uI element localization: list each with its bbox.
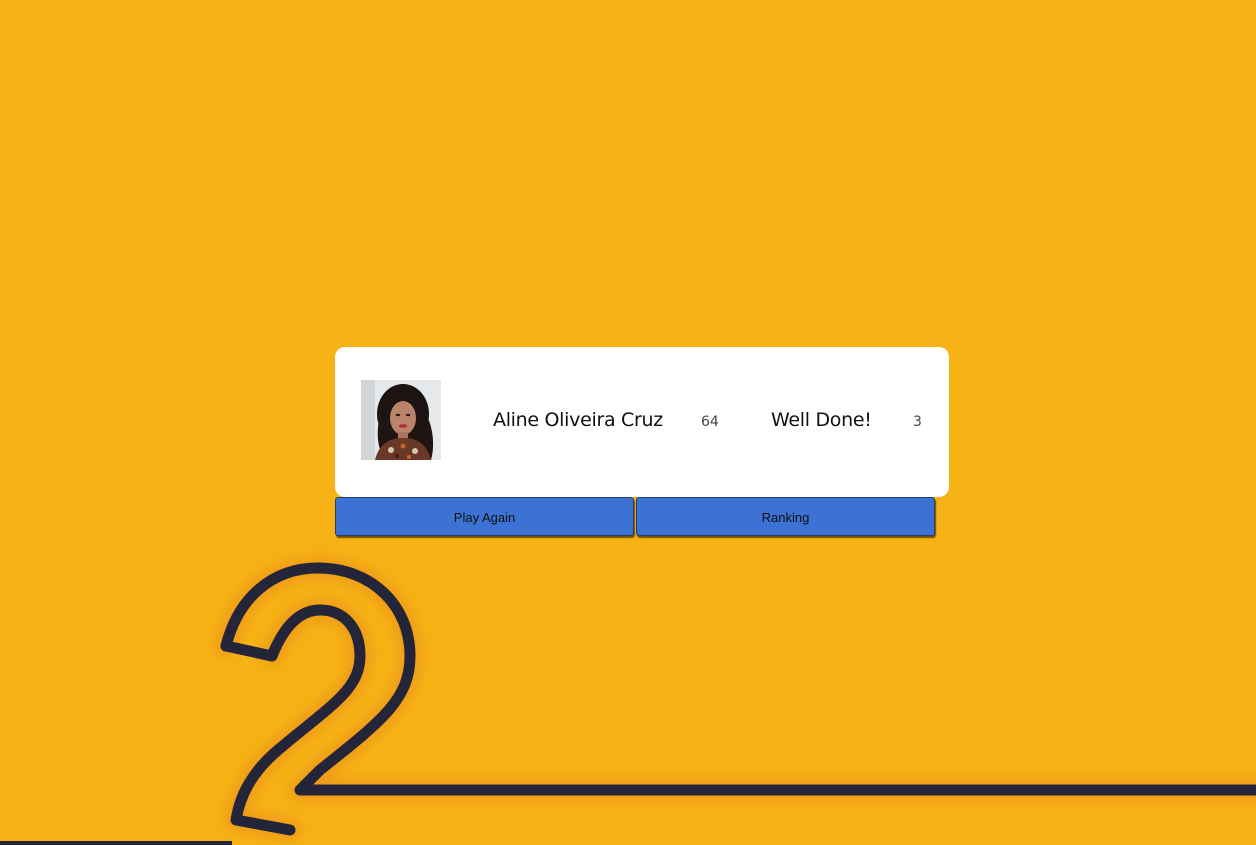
ranking-button[interactable]: Ranking [636,497,935,536]
player-avatar [361,380,441,460]
player-name: Aline Oliveira Cruz [493,409,663,431]
avatar-photo [361,380,441,460]
result-screen: Aline Oliveira Cruz 64 Well Done! 3 Play… [0,0,1256,845]
play-again-button[interactable]: Play Again [335,497,634,536]
player-score: 64 [701,414,719,430]
correct-answers-count: 3 [913,414,922,430]
result-card: Aline Oliveira Cruz 64 Well Done! 3 [335,347,949,497]
result-message: Well Done! [771,409,872,431]
